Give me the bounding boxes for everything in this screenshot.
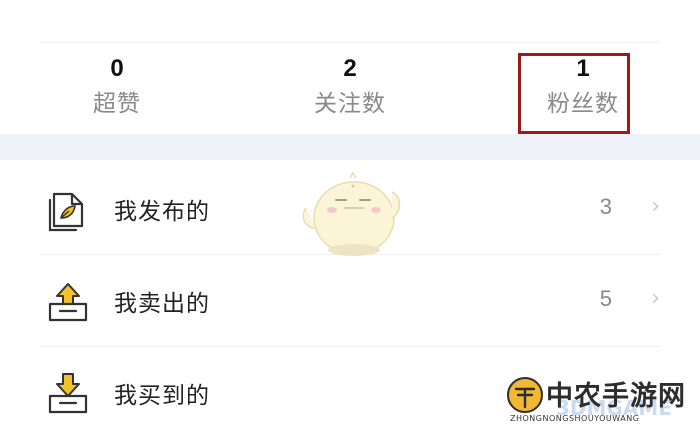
document-leaf-icon [46,188,90,232]
stat-following-label: 关注数 [314,91,386,117]
stat-following[interactable]: 2 关注数 [260,54,440,120]
watermark-subtitle: ZHONGNONGSHOUYOUWANG [510,414,640,423]
section-separator [0,134,700,160]
menu-item-label: 我卖出的 [114,291,210,317]
stat-likes[interactable]: 0 超赞 [27,54,207,120]
watermark-logo-icon [507,377,543,413]
menu-item-label: 我买到的 [114,383,210,409]
divider [40,346,660,347]
site-watermark: 3DMGAME 中农手游网 ZHONGNONGSHOUYOUWANG [502,374,698,428]
tray-download-icon [46,372,90,416]
menu-item-count: 5 [599,286,612,311]
stat-likes-label: 超赞 [93,91,141,117]
menu-item-sold[interactable]: 我卖出的 5 › [0,256,700,346]
stat-following-value: 2 [343,55,357,82]
menu-item-count: 3 [599,194,612,219]
highlight-annotation-box [518,53,630,134]
tray-upload-icon [46,280,90,324]
chevron-right-icon: › [651,286,660,311]
chevron-right-icon: › [651,194,660,219]
mascot-sticker [296,168,408,260]
stat-likes-value: 0 [110,55,124,82]
top-divider [40,42,660,43]
menu-item-label: 我发布的 [114,199,210,225]
watermark-title: 中农手游网 [546,381,686,412]
